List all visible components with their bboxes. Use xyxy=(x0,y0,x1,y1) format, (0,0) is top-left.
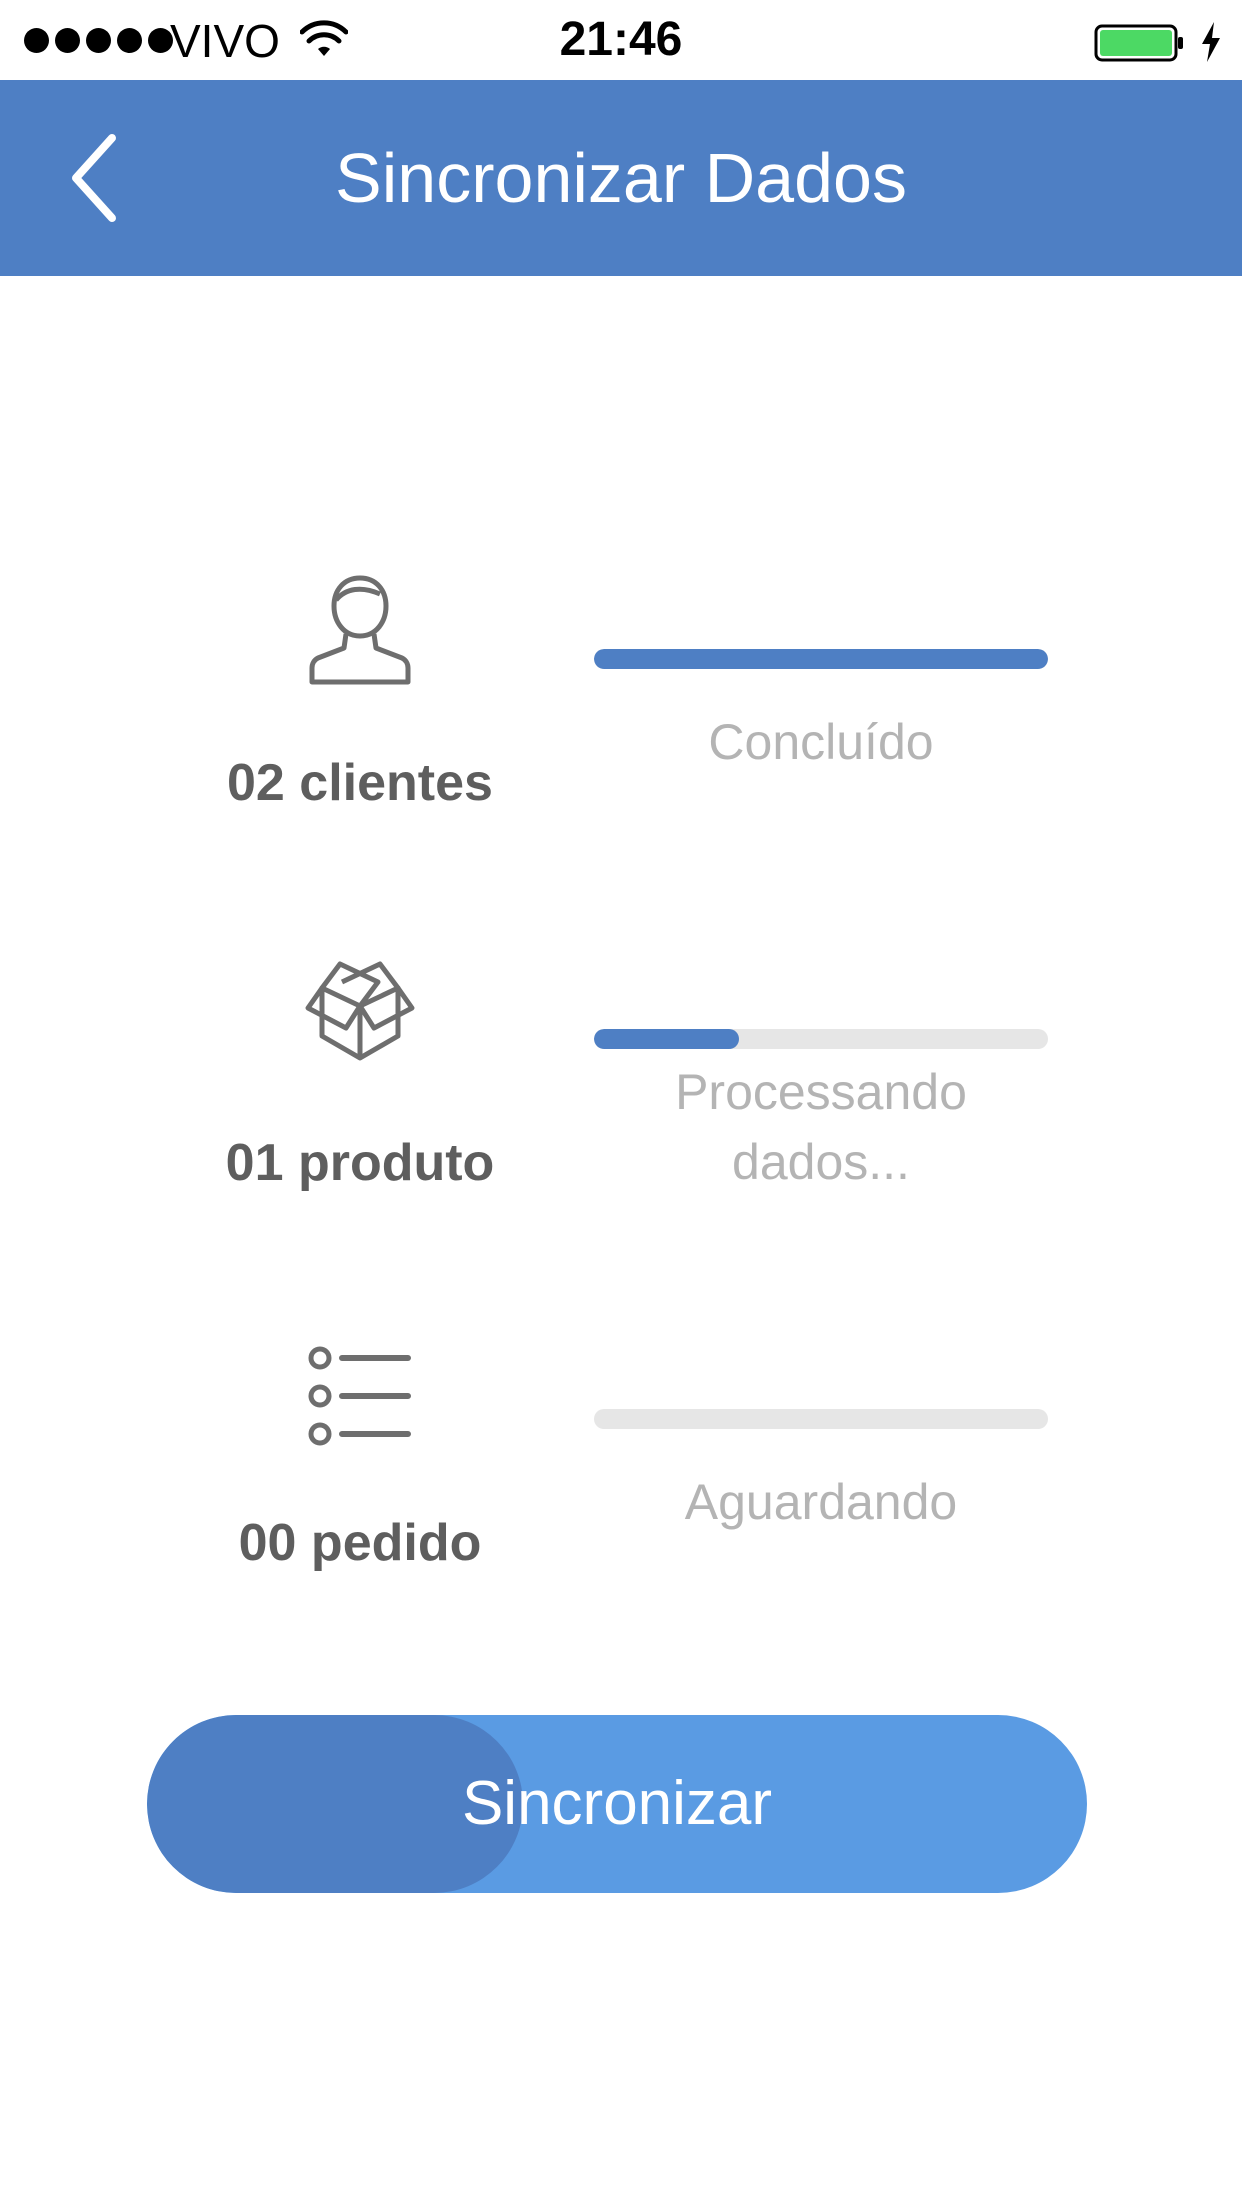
sync-row-produto: 01 produto Processando dados... xyxy=(0,950,1242,1210)
charging-bolt-icon xyxy=(1202,22,1220,62)
battery-icon xyxy=(1094,24,1183,62)
clients-count: 02 clientes xyxy=(227,754,493,812)
orders-count: 00 pedido xyxy=(238,1514,482,1572)
box-icon xyxy=(305,961,415,1061)
clients-status: Concluído xyxy=(708,714,934,770)
sync-button-label: Sincronizar xyxy=(461,1769,773,1838)
orders-progress-bar xyxy=(594,1409,1048,1429)
products-status: Processando dados... xyxy=(675,1064,967,1190)
products-progress-fill xyxy=(594,1029,740,1049)
list-icon xyxy=(308,1346,411,1446)
page-title: Sincronizar Dados xyxy=(335,139,907,217)
products-count: 01 produto xyxy=(225,1134,495,1192)
clients-progress-bar xyxy=(594,649,1048,669)
sync-row-pedido: 00 pedido Aguardando xyxy=(0,1330,1242,1590)
products-progress-bar xyxy=(594,1029,1048,1049)
sync-row-clientes: 02 clientes Concluído xyxy=(0,570,1242,830)
clients-progress-fill xyxy=(594,649,1048,669)
sync-button[interactable]: Sincronizar xyxy=(147,1715,1087,1893)
user-icon xyxy=(309,575,411,685)
status-time: 21:46 xyxy=(559,13,683,66)
orders-status: Aguardando xyxy=(684,1474,958,1530)
navigation-bar: Sincronizar Dados xyxy=(0,80,1242,276)
status-bar: VIVO 21:46 xyxy=(0,0,1242,80)
